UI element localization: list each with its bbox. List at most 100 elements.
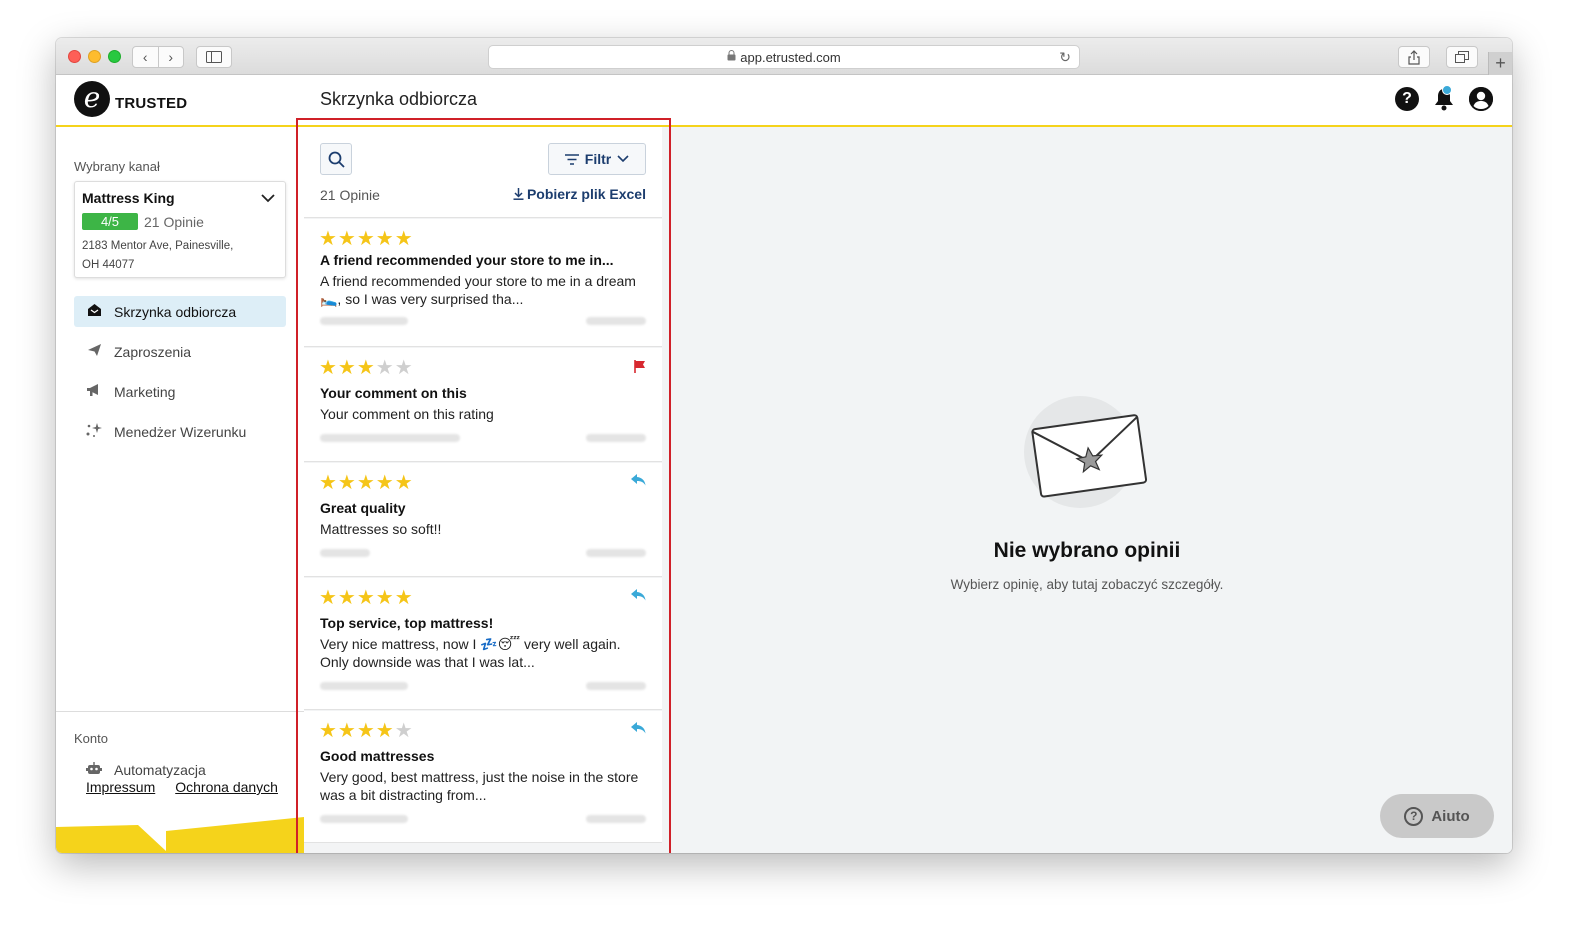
review-title: Your comment on this — [320, 385, 467, 401]
review-card-4[interactable]: ★★★★★ Top service, top mattress! Very ni… — [304, 578, 662, 710]
zoom-window-button[interactable] — [108, 50, 121, 63]
page-title: Skrzynka odbiorcza — [320, 89, 478, 109]
empty-state-subtitle: Wybierz opinię, aby tutaj zobaczyć szcze… — [950, 577, 1224, 592]
sidebar-item-label: Menedżer Wizerunku — [114, 423, 247, 440]
review-title: Good mattresses — [320, 748, 435, 764]
app-header: e TRUSTED Skrzynka odbiorcza ? — [56, 75, 1512, 127]
chevron-down-icon — [617, 155, 629, 163]
etrusted-logo-icon[interactable]: e — [74, 81, 110, 117]
sidebar-item-image-manager[interactable]: Menedżer Wizerunku — [74, 416, 286, 447]
review-detail-panel: Nie wybrano opinii Wybierz opinię, aby t… — [662, 127, 1512, 853]
reviewer-name-redacted — [320, 682, 408, 690]
reply-icon — [631, 588, 646, 605]
send-icon — [74, 343, 114, 360]
review-text: Very nice mattress, now I 💤😴 very well a… — [320, 636, 621, 670]
logo-text: TRUSTED — [115, 95, 188, 112]
robot-icon — [74, 761, 114, 779]
empty-state-title: Nie wybrano opinii — [993, 539, 1181, 562]
review-date-redacted — [586, 434, 646, 442]
help-button[interactable]: ? Aiuto — [1380, 794, 1494, 838]
channel-review-count: 21 Opinie — [144, 214, 204, 230]
download-excel-link[interactable]: Pobierz plik Excel — [513, 186, 646, 202]
search-icon — [328, 151, 345, 168]
user-account-icon[interactable] — [1469, 87, 1493, 111]
review-date-redacted — [586, 682, 646, 690]
star-rating: ★★★★★ — [319, 587, 414, 609]
sidebar-divider — [56, 711, 304, 712]
sidebar-item-label: Zaproszenia — [114, 343, 192, 360]
download-excel-label: Pobierz plik Excel — [526, 186, 646, 202]
star-rating: ★★★★★ — [319, 472, 414, 494]
filter-button[interactable]: Filtr — [548, 143, 646, 175]
forward-arrow-icon[interactable]: › — [158, 49, 183, 65]
history-nav: ‹ › — [132, 46, 184, 68]
sidebar-item-inbox[interactable]: Skrzynka odbiorcza — [74, 296, 286, 327]
back-arrow-icon[interactable]: ‹ — [133, 49, 158, 65]
new-tab-button[interactable]: + — [1488, 52, 1512, 75]
help-icon[interactable]: ? — [1395, 87, 1419, 111]
tab-overview-button[interactable] — [1446, 46, 1478, 68]
privacy-link[interactable]: Ochrona danych — [175, 779, 278, 795]
reply-icon — [631, 473, 646, 490]
channel-address: 2183 Mentor Ave, Painesville, OH 44077 — [82, 240, 234, 271]
address-bar[interactable]: app.etrusted.com ↻ — [488, 45, 1080, 69]
review-date-redacted — [586, 549, 646, 557]
tabs-icon — [1455, 51, 1469, 63]
chevron-down-icon[interactable] — [261, 190, 275, 206]
review-list-toolbar: Filtr 21 Opinie Pobierz plik Excel — [304, 127, 662, 218]
reviewer-name-redacted — [320, 549, 370, 557]
sidebar-item-invitations[interactable]: Zaproszenia — [74, 336, 286, 367]
rating-badge: 4/5 — [82, 213, 138, 230]
review-text: Your comment on this rating — [320, 406, 494, 422]
channel-selector[interactable]: Mattress King 4/5 21 Opinie 2183 Mentor … — [74, 181, 286, 278]
account-label: Konto — [74, 731, 108, 746]
sparkle-icon — [74, 422, 114, 441]
lock-icon — [727, 50, 736, 64]
channel-label: Wybrany kanał — [74, 159, 160, 174]
review-list-panel: Filtr 21 Opinie Pobierz plik Excel ★★★★★… — [304, 127, 662, 853]
footer-links: Impressum Ochrona danych — [86, 779, 278, 795]
review-card-2[interactable]: ★★★★★ Your comment on this Your comment … — [304, 348, 662, 462]
browser-toolbar: ‹ › app.etrusted.com ↻ + — [56, 38, 1512, 75]
reviewer-name-redacted — [320, 317, 408, 325]
sidebar-item-marketing[interactable]: Marketing — [74, 376, 286, 407]
review-title: Great quality — [320, 500, 406, 516]
review-card-3[interactable]: ★★★★★ Great quality Mattresses so soft!! — [304, 463, 662, 577]
review-title: Top service, top mattress! — [320, 615, 494, 631]
review-text: Mattresses so soft!! — [320, 521, 442, 537]
sidebar-icon — [206, 51, 222, 63]
search-button[interactable] — [320, 143, 352, 175]
filter-lines-icon — [564, 153, 579, 165]
browser-window: ‹ › app.etrusted.com ↻ + e TRUSTED Skrzy… — [56, 38, 1512, 853]
inbox-icon — [74, 303, 114, 320]
impressum-link[interactable]: Impressum — [86, 779, 155, 795]
question-icon: ? — [1404, 806, 1424, 826]
reviewer-name-redacted — [320, 815, 408, 823]
star-rating: ★★★★★ — [319, 720, 414, 742]
close-window-button[interactable] — [68, 50, 81, 63]
channel-name: Mattress King — [82, 190, 175, 206]
sidebar-item-label: Marketing — [114, 383, 176, 400]
review-card-5[interactable]: ★★★★★ Good mattresses Very good, best ma… — [304, 711, 662, 843]
review-date-redacted — [586, 317, 646, 325]
url-text: app.etrusted.com — [740, 49, 841, 65]
minimize-window-button[interactable] — [88, 50, 101, 63]
brand-footer-shape — [56, 817, 304, 853]
review-date-redacted — [586, 815, 646, 823]
review-text: Very good, best mattress, just the noise… — [320, 769, 639, 803]
notification-badge — [1442, 85, 1452, 95]
flag-icon — [634, 360, 646, 376]
review-title: A friend recommended your store to me in… — [320, 252, 614, 268]
download-icon — [513, 188, 524, 200]
megaphone-icon — [74, 383, 114, 400]
left-sidebar: Wybrany kanał Mattress King 4/5 21 Opini… — [56, 127, 304, 853]
reload-icon[interactable]: ↻ — [1059, 49, 1071, 66]
share-button[interactable] — [1398, 46, 1430, 68]
reviewer-email-redacted — [320, 434, 460, 442]
sidebar-toggle-button[interactable] — [196, 46, 232, 68]
envelope-star-icon — [1031, 414, 1148, 498]
review-card-1[interactable]: ★★★★★ A friend recommended your store to… — [304, 219, 662, 347]
review-count: 21 Opinie — [320, 187, 380, 203]
share-icon — [1408, 49, 1420, 65]
review-text: A friend recommended your store to me in… — [320, 273, 636, 307]
